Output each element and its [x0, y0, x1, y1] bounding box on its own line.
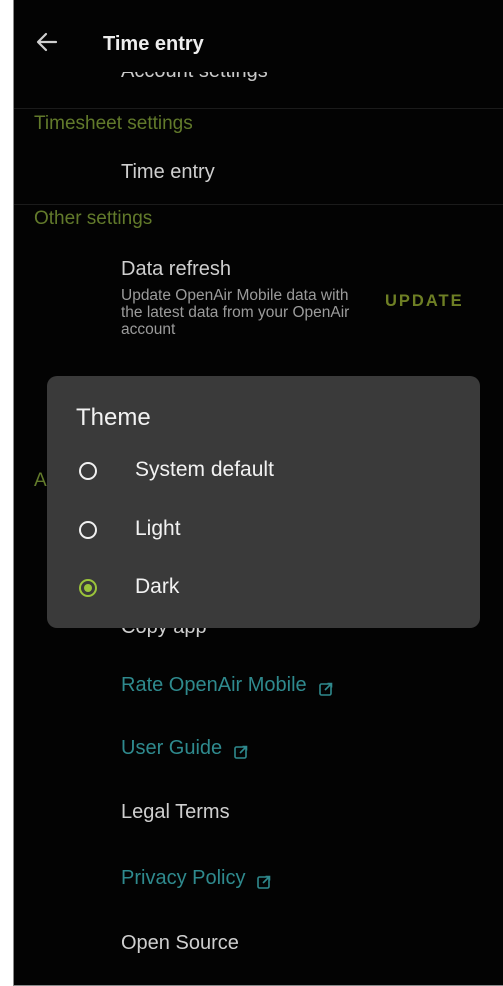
user-guide-label: User Guide [121, 737, 223, 759]
option-label: System default [135, 458, 274, 481]
privacy-policy-link[interactable]: Privacy Policy [121, 867, 271, 890]
arrow-left-icon[interactable] [36, 32, 58, 52]
theme-option-system-default[interactable]: System default [47, 448, 480, 498]
theme-option-dark[interactable]: Dark [47, 565, 480, 615]
rate-openair-mobile-label: Rate OpenAir Mobile [121, 674, 307, 696]
open-in-new-icon [318, 679, 333, 696]
option-label: Light [135, 517, 181, 540]
data-refresh-description: Update OpenAir Mobile data with the late… [121, 287, 350, 338]
theme-option-light[interactable]: Light [47, 507, 480, 557]
theme-dialog: Theme System default Light Dark [47, 376, 480, 628]
time-entry-item[interactable]: Time entry [121, 161, 215, 184]
privacy-policy-label: Privacy Policy [121, 867, 246, 889]
open-source-item[interactable]: Open Source [121, 932, 239, 955]
divider [14, 108, 503, 109]
about-header-partial: A [34, 470, 47, 491]
option-label: Dark [135, 575, 180, 598]
dialog-title: Theme [76, 404, 151, 431]
other-settings-header: Other settings [34, 208, 153, 229]
radio-checked-icon[interactable] [79, 579, 97, 597]
timesheet-settings-header: Timesheet settings [34, 113, 193, 134]
update-button[interactable]: UPDATE [385, 292, 464, 311]
app-bar: Time entry [14, 2, 503, 72]
legal-terms-item[interactable]: Legal Terms [121, 801, 230, 824]
settings-screen: Time entry Account settings Timesheet se… [14, 0, 503, 986]
radio-unchecked-icon[interactable] [79, 521, 97, 539]
rate-openair-mobile-link[interactable]: Rate OpenAir Mobile [121, 674, 333, 697]
divider [14, 204, 503, 205]
page-title: Time entry [103, 33, 204, 55]
radio-unchecked-icon[interactable] [79, 462, 97, 480]
data-refresh-title: Data refresh [121, 258, 232, 280]
open-in-new-icon [234, 742, 248, 759]
open-in-new-icon [257, 872, 271, 889]
user-guide-link[interactable]: User Guide [121, 737, 248, 760]
